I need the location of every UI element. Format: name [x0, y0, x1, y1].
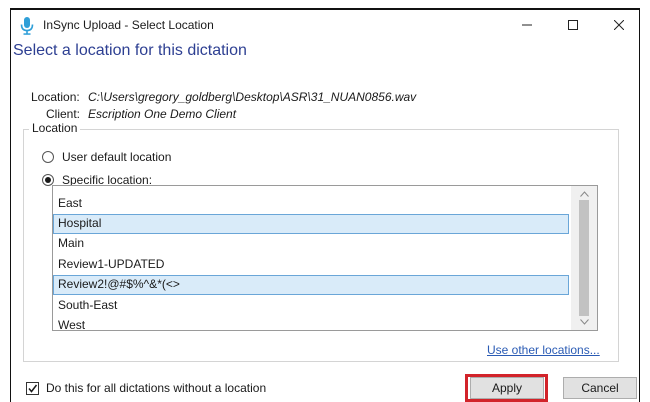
scroll-up-arrow-icon[interactable] — [578, 188, 590, 200]
close-button[interactable] — [597, 10, 641, 40]
client-name: Escription One Demo Client — [88, 107, 237, 121]
location-group-legend: Location — [29, 121, 81, 135]
user-default-label[interactable]: User default location — [62, 150, 171, 164]
list-item-east[interactable]: East — [53, 194, 569, 214]
list-item-review1[interactable]: Review1-UPDATED — [53, 255, 569, 275]
client-label: Client: — [46, 107, 81, 121]
scroll-down-arrow-icon[interactable] — [578, 316, 590, 328]
cancel-button[interactable]: Cancel — [563, 377, 637, 399]
list-item-west[interactable]: West — [53, 316, 569, 330]
use-other-locations-link[interactable]: Use other locations... — [487, 343, 600, 357]
list-item-main[interactable]: Main — [53, 234, 569, 254]
location-listbox[interactable]: East Hospital Main Review1-UPDATED Revie… — [52, 185, 598, 331]
list-item-hospital[interactable]: Hospital — [53, 214, 569, 234]
location-label: Location: — [31, 90, 80, 104]
checkmark-icon — [28, 384, 38, 393]
apply-button[interactable]: Apply — [470, 377, 544, 399]
window-title: InSync Upload - Select Location — [43, 18, 214, 32]
microphone-icon — [20, 17, 34, 35]
title-bar[interactable]: InSync Upload - Select Location — [11, 10, 639, 40]
maximize-button[interactable] — [551, 10, 595, 40]
close-icon — [614, 20, 624, 30]
apply-all-checkbox[interactable] — [26, 382, 39, 395]
list-item-south-east[interactable]: South-East — [53, 296, 569, 316]
dialog-heading: Select a location for this dictation — [13, 42, 247, 59]
minimize-button[interactable] — [505, 10, 549, 40]
apply-all-label[interactable]: Do this for all dictations without a loc… — [46, 381, 266, 395]
maximize-icon — [568, 20, 578, 30]
scroll-thumb[interactable] — [579, 200, 589, 316]
location-path: C:\Users\gregory_goldberg\Desktop\ASR\31… — [88, 90, 417, 104]
minimize-icon — [522, 24, 532, 26]
list-item-review2[interactable]: Review2!@#$%^&*(<> — [53, 275, 569, 295]
listbox-scrollbar[interactable] — [571, 186, 597, 330]
user-default-radio[interactable] — [42, 151, 54, 163]
